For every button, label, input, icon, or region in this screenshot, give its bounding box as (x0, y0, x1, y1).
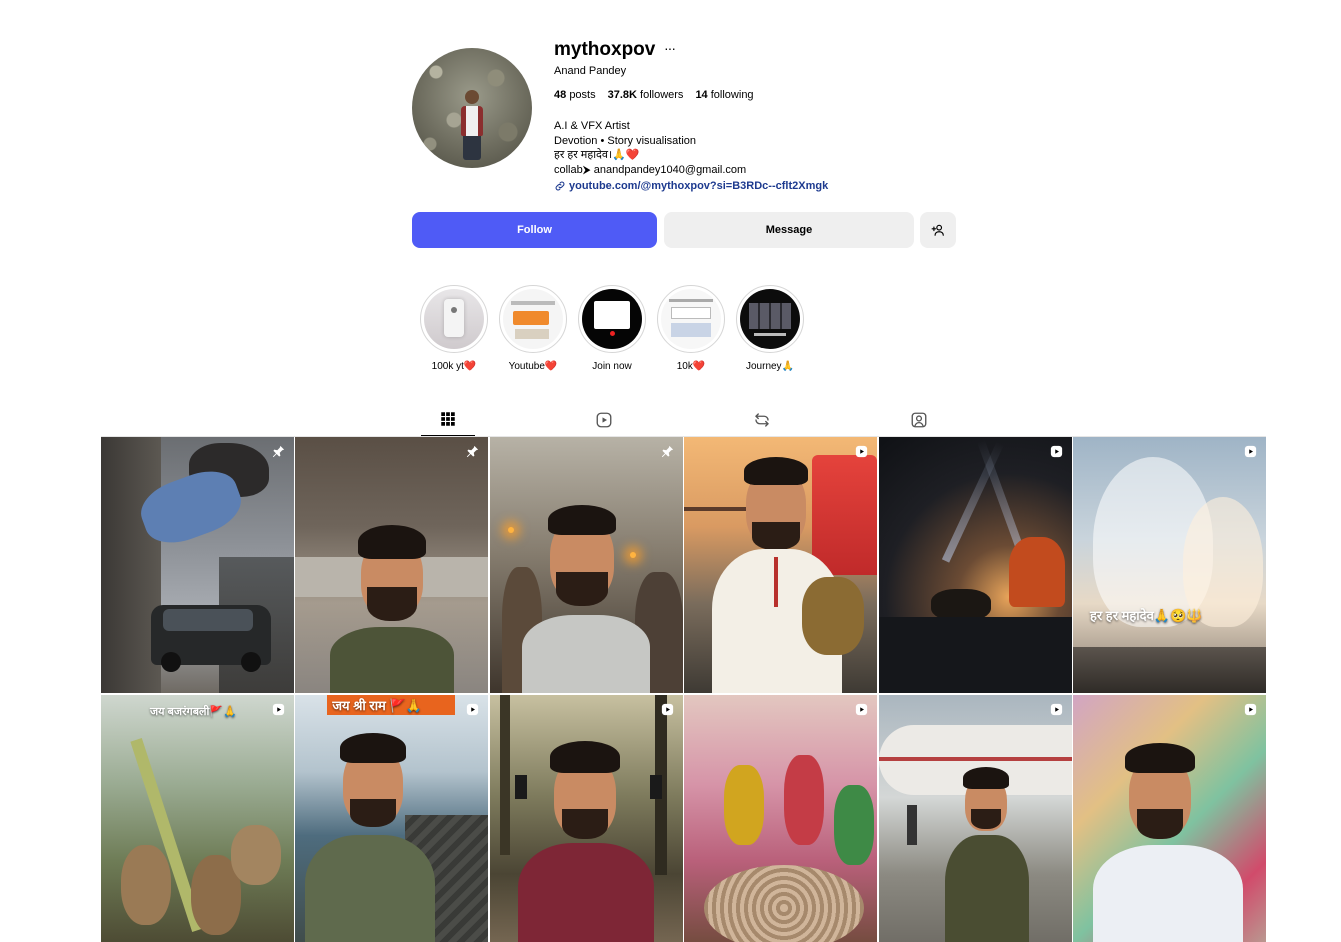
highlight-cover (582, 289, 642, 349)
highlight-cover (503, 289, 563, 349)
highlight-item[interactable]: Youtube❤️ (499, 285, 567, 372)
grid-icon (441, 412, 455, 426)
link-icon (555, 181, 565, 191)
reel-icon (467, 703, 479, 716)
post-caption-overlay: जय श्री राम 🚩🙏 (332, 698, 422, 713)
reel-icon (1244, 703, 1257, 716)
tab-reposts[interactable] (735, 403, 789, 436)
highlight-label: Join now (592, 361, 632, 372)
posts-grid: हर हर महादेव🙏🥺🔱 जय बजरंगबली🚩🙏 जय श्री रा… (101, 437, 1266, 942)
reel-icon (1050, 445, 1062, 458)
highlight-item[interactable]: 100k yt❤️ (420, 285, 488, 372)
suggest-user-button[interactable] (920, 212, 956, 248)
highlight-cover (661, 289, 721, 349)
more-options-icon[interactable]: ··· (664, 40, 676, 56)
post-tile[interactable] (101, 437, 294, 693)
profile-tabs (420, 403, 1000, 436)
profile-username: mythoxpov (554, 39, 656, 60)
highlight-item[interactable]: 10k❤️ (657, 285, 725, 372)
profile-link-text[interactable]: youtube.com/@mythoxpov?si=B3RDc--cflt2Xm… (569, 180, 828, 192)
repost-icon (755, 412, 769, 427)
highlight-item[interactable]: Join now (578, 285, 646, 372)
profile-bio: A.I & VFX Artist Devotion • Story visual… (554, 119, 746, 177)
reel-icon (272, 703, 285, 716)
profile-avatar[interactable] (412, 48, 532, 168)
post-tile[interactable] (1072, 695, 1266, 942)
highlight-label: 100k yt❤️ (431, 361, 477, 372)
profile-stats: 48 posts 37.8K followers 14 following (554, 89, 754, 101)
highlight-label: Youtube❤️ (508, 361, 558, 372)
tab-reels[interactable] (577, 403, 631, 436)
post-tile[interactable]: हर हर महादेव🙏🥺🔱 (1072, 437, 1266, 693)
bio-line: हर हर महादेव।🙏❤️ (554, 149, 640, 161)
bio-line: collab⮞ anandpandey1040@gmail.com (554, 163, 747, 176)
followers-stat[interactable]: 37.8K followers (608, 89, 684, 101)
post-tile[interactable] (878, 695, 1072, 942)
profile-full-name: Anand Pandey (554, 65, 627, 77)
avatar-person (459, 90, 485, 162)
pin-icon (272, 445, 285, 458)
highlight-item[interactable]: Journey🙏 (736, 285, 804, 372)
post-tile[interactable] (489, 695, 683, 942)
tab-tagged[interactable] (892, 403, 946, 436)
posts-stat: 48 posts (554, 89, 596, 101)
post-tile[interactable] (684, 695, 878, 942)
follow-button[interactable]: Follow (412, 212, 657, 248)
bio-line: A.I & VFX Artist (554, 120, 630, 132)
profile-link[interactable]: youtube.com/@mythoxpov?si=B3RDc--cflt2Xm… (554, 180, 828, 192)
highlight-cover (424, 289, 484, 349)
reel-icon (856, 703, 868, 716)
bio-line: Devotion • Story visualisation (554, 134, 697, 147)
highlight-label: 10k❤️ (676, 361, 706, 372)
highlight-label: Journey🙏 (745, 361, 795, 372)
post-tile[interactable] (295, 437, 489, 693)
tab-posts[interactable] (421, 403, 475, 436)
post-tile[interactable]: जय श्री राम 🚩🙏 (295, 695, 489, 942)
highlight-cover (740, 289, 800, 349)
post-tile[interactable] (878, 437, 1072, 693)
post-tile[interactable] (489, 437, 683, 693)
post-caption-overlay: जय बजरंगबली🚩🙏 (150, 706, 237, 718)
following-stat[interactable]: 14 following (695, 89, 753, 101)
reels-icon (596, 412, 612, 427)
reel-icon (1050, 703, 1062, 716)
reel-icon (1244, 445, 1257, 458)
reel-icon (856, 445, 868, 458)
post-tile[interactable]: जय बजरंगबली🚩🙏 (101, 695, 294, 942)
story-highlights: 100k yt❤️ Youtube❤️ Join now 10k❤️ Journ… (420, 285, 804, 372)
pin-icon (661, 445, 673, 458)
add-user-icon (931, 224, 944, 236)
post-caption-overlay: हर हर महादेव🙏🥺🔱 (1089, 608, 1203, 623)
message-button[interactable]: Message (664, 212, 914, 248)
reel-icon (661, 703, 673, 716)
post-tile[interactable] (684, 437, 878, 693)
pin-icon (467, 445, 479, 458)
tagged-icon (911, 412, 927, 427)
